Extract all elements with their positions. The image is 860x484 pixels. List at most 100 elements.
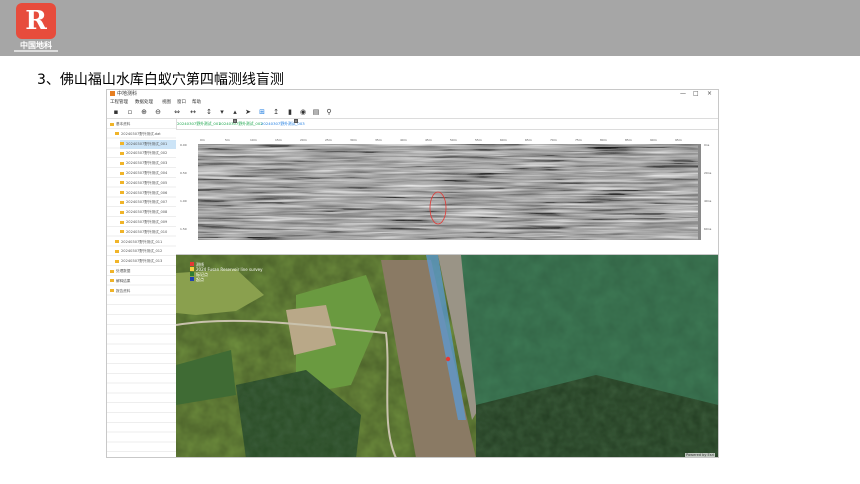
tree-item[interactable]: 20240307野外测试_006 [120,189,176,198]
legend-item: 起点 [190,277,230,282]
eye-icon[interactable]: ◉ [299,108,307,116]
tree-item[interactable]: 20240307野外测试.dat [115,130,176,139]
tree-item[interactable]: 20240307野外测试_004 [120,169,176,178]
gpr-distance-tick: 40m [400,138,407,142]
tree-item-label: 20240307野外测试_013 [121,259,163,264]
fit-width-icon[interactable]: ⇔ [173,108,181,116]
menu-view[interactable]: 视图 [162,99,171,105]
tree-item-label: 20240307野外测试_009 [126,220,168,224]
tree-item[interactable]: 20240307野外测试_011 [115,238,176,247]
tree-item-label: 20240307野外测试_002 [126,151,168,156]
tab-file-2[interactable]: 20240307野外测试_002 [219,121,263,127]
file-icon [120,230,124,234]
gpr-profile-chart[interactable]: 0m 5m 10m 15m 20m 25m 30m 35m 40m 45m 50m 55m 60m 65m… [176,130,718,254]
new-file-icon[interactable]: ▪ [112,108,120,116]
menu-processing[interactable]: 数据处理 [135,99,153,105]
tree-item[interactable]: 20240307野外测试_012 [115,247,176,256]
tree-item[interactable]: 20240307野外测试_013 [115,257,176,266]
tab-file-1[interactable]: 20240307野外测试_001 [177,121,221,127]
close-tab-icon[interactable]: × [294,119,298,123]
gpr-distance-tick: 65m [525,138,532,142]
layers-icon[interactable]: ▤ [312,108,320,116]
file-icon [120,220,124,224]
folder-icon [110,279,114,283]
tree-item-label: 处理数据 [116,269,131,273]
delete-icon[interactable]: ▮ [286,108,294,116]
legend-swatch [190,267,194,271]
folder-icon [110,122,114,126]
horizontal-expand-icon[interactable]: ↔ [189,108,197,116]
menu-project[interactable]: 工程管理 [110,99,128,105]
legend-swatch [190,272,194,276]
close-tab-icon[interactable]: × [233,119,237,123]
arrow-down-icon[interactable]: ▾ [218,108,226,116]
legend-label: 起点 [196,277,204,282]
file-icon [120,200,124,204]
menu-window[interactable]: 窗口 [177,99,186,105]
gpr-distance-tick: 85m [625,138,632,142]
gpr-distance-tick: 15m [275,138,282,142]
tree-item[interactable]: 20240307野外测试_001 [120,139,176,149]
tree-item[interactable]: 解释结果 [110,277,176,286]
gpr-distance-tick: 55m [475,138,482,142]
file-icon [120,142,124,146]
zoom-out-icon[interactable]: ⊖ [154,108,162,116]
maximize-button[interactable]: □ [693,90,699,97]
tree-item[interactable]: 报告资料 [110,287,176,296]
satellite-map-image[interactable] [176,255,718,458]
file-icon [120,181,124,185]
tab-file-3[interactable]: 20240307野外测试_003 [261,121,305,127]
tree-item[interactable]: 20240307野外测试_009 [120,218,176,227]
pointer-icon[interactable]: ➤ [244,108,252,116]
tree-item-label: 20240307野外测试_003 [126,161,168,166]
company-logo: R 中国地科 [12,3,60,53]
zoom-in-icon[interactable]: ⊕ [140,108,148,116]
gpr-distance-tick: 70m [550,138,557,142]
tree-item[interactable]: 20240307野外测试_010 [120,228,176,237]
gpr-distance-tick: 60m [500,138,507,142]
tree-item[interactable]: 20240307野外测试_003 [120,159,176,168]
tree-item[interactable]: 20240307野外测试_005 [120,179,176,188]
tree-item-label: 20240307野外测试_001 [126,141,168,146]
gpr-distance-tick: 5m [225,138,230,142]
tree-item[interactable]: 20240307野外测试_002 [120,149,176,158]
app-window: 中地测科 — □ × 工程管理 数据处理 视图 窗口 帮助 ▪ ▫ ⊕ ⊖ ⇔ … [106,89,719,458]
toolbar: ▪ ▫ ⊕ ⊖ ⇔ ↔ ↕ ▾ ▴ ➤ ⊞ ↥ ▮ ◉ ▤ ⚲ [107,106,718,119]
tree-item-label: 报告资料 [116,288,131,293]
gpr-time-tick: 40ns [704,199,712,203]
share-icon[interactable]: ⚲ [325,108,333,116]
gpr-scrollbar[interactable] [698,144,701,240]
tree-item[interactable]: 基本资料 [110,120,176,129]
move-up-icon[interactable]: ↥ [272,108,280,116]
minimize-button[interactable]: — [680,90,686,97]
gpr-distance-tick: 10m [250,138,257,142]
folder-icon [110,289,114,293]
satellite-map[interactable]: 测线 2024 Fusan Reservoir line survey 标记点 … [176,255,718,458]
folder-icon [115,259,119,263]
anomaly-point-icon[interactable] [445,356,451,362]
gpr-profile-panel[interactable]: 0m 5m 10m 15m 20m 25m 30m 35m 40m 45m 50m 55m 60m 65m… [176,130,718,255]
legend-item: 测线 [190,262,230,267]
tree-item-label: 20240307野外测试_008 [126,210,168,215]
folder-icon [110,269,114,273]
tree-item[interactable]: 20240307野外测试_007 [120,198,176,207]
tree-item-label: 20240307野外测试_004 [126,171,168,175]
tree-item-label: 20240307野外测试.dat [121,131,161,136]
gpr-depth-tick: 0.00 [180,143,187,147]
crosshair-icon[interactable]: ⊞ [258,108,266,116]
tree-item[interactable]: 处理数据 [110,267,176,276]
marker-icon[interactable]: ▴ [231,108,239,116]
gpr-depth-tick: 1.00 [180,199,187,203]
slide-header-bar: R 中国地科 [0,0,860,56]
vertical-expand-icon[interactable]: ↕ [205,108,213,116]
window-titlebar: 中地测科 — □ × [107,90,718,98]
open-folder-icon[interactable]: ▫ [126,108,134,116]
gpr-distance-tick: 45m [425,138,432,142]
gpr-distance-tick: 75m [575,138,582,142]
logo-mark: R [16,3,56,39]
file-icon [120,171,124,175]
gpr-distance-tick: 80m [600,138,607,142]
tree-item[interactable]: 20240307野外测试_008 [120,208,176,217]
menu-help[interactable]: 帮助 [192,99,201,105]
close-button[interactable]: × [707,90,712,97]
